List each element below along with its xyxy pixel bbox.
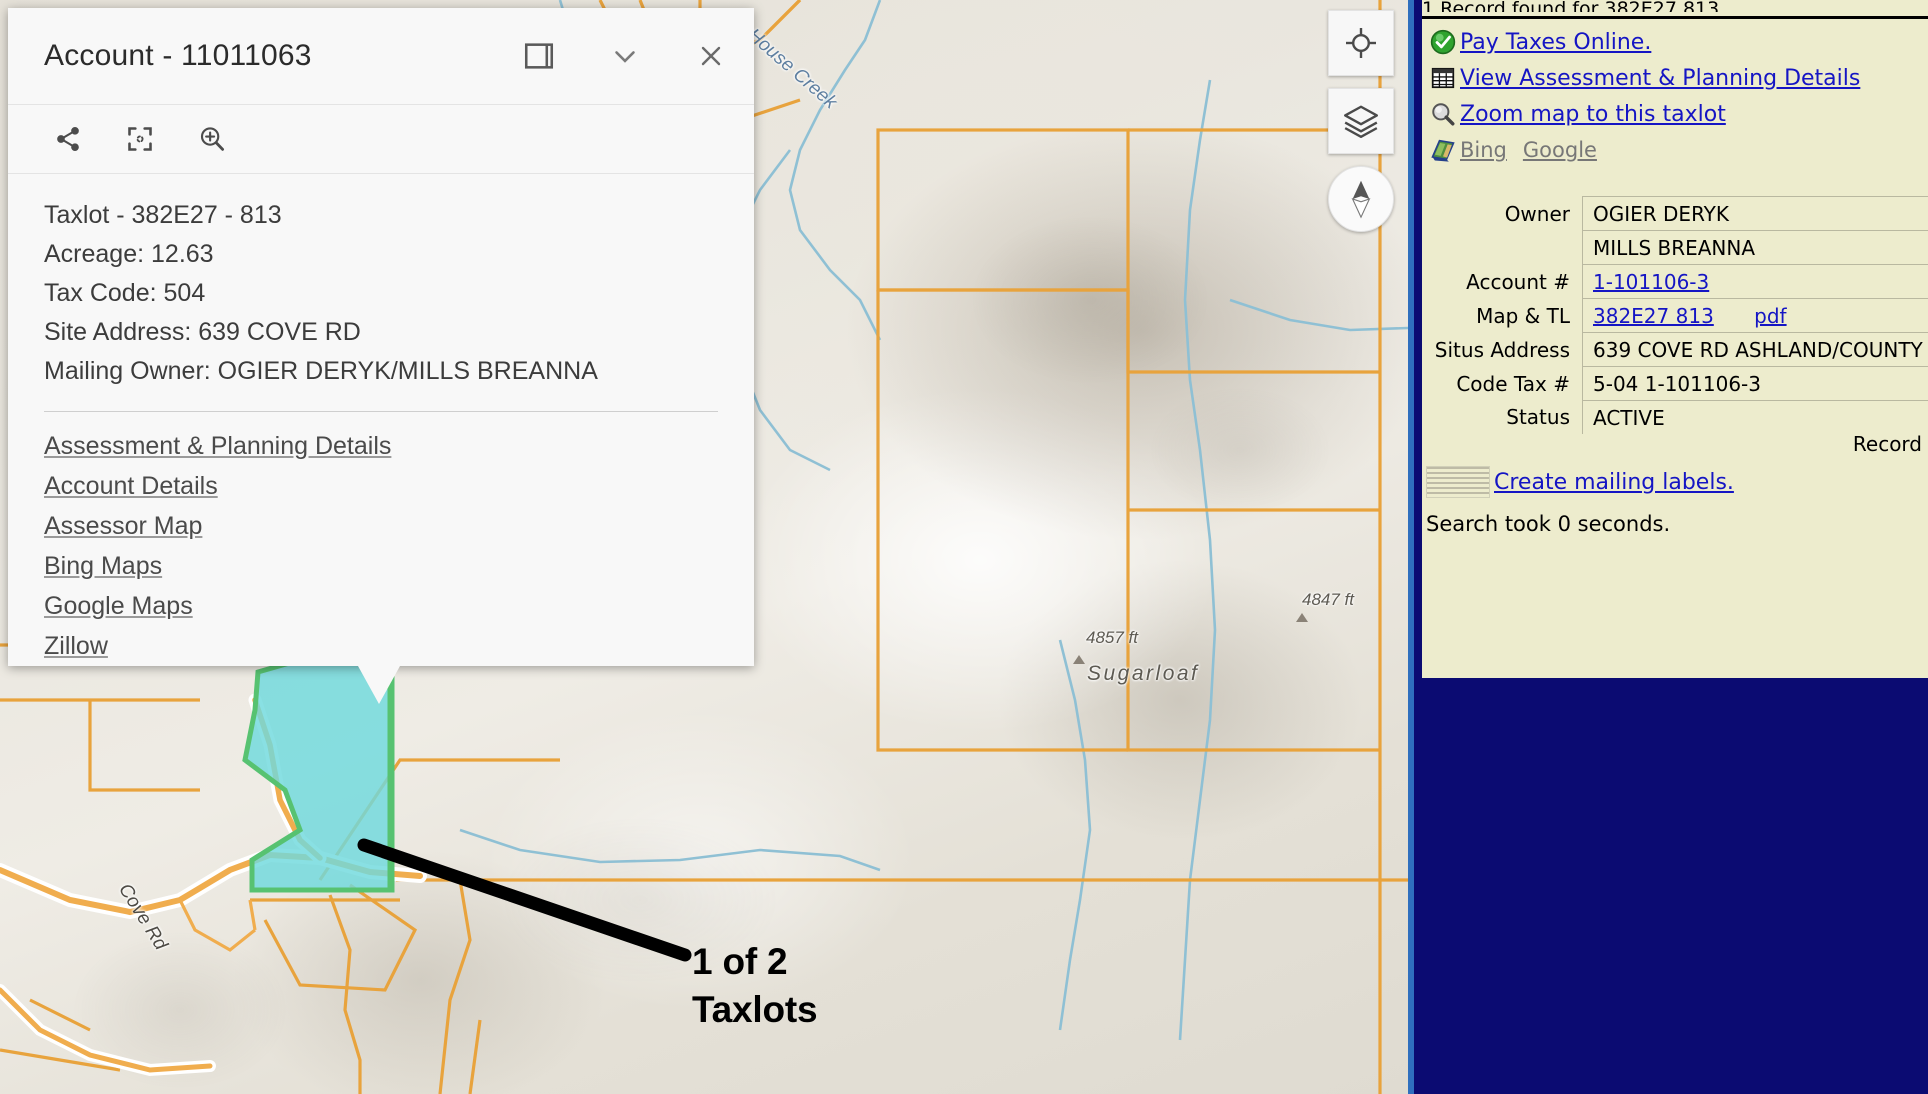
popup-link-assessor-map[interactable]: Assessor Map: [44, 506, 202, 546]
table-row: Map & TL 382E27 813 pdf: [1422, 299, 1928, 333]
field-value-owner: OGIER DERYK: [1583, 197, 1928, 231]
popup-links: Assessment & Planning Details Account De…: [44, 426, 718, 666]
parcel-details-table: Owner OGIER DERYK MILLS BREANNA Account …: [1422, 196, 1928, 434]
map-book-icon: [1426, 135, 1460, 165]
results-pane: 1 Record found for 382E27 813 Pay Taxes …: [1408, 0, 1928, 1094]
pay-taxes-row[interactable]: Pay Taxes Online.: [1422, 24, 1928, 60]
share-icon[interactable]: [32, 108, 104, 170]
popup-link-account-details[interactable]: Account Details: [44, 466, 218, 506]
field-label-owner2: [1422, 231, 1583, 265]
popup-attr: Mailing Owner: OGIER DERYK/MILLS BREANNA: [44, 352, 718, 391]
field-label-situs-address: Situs Address: [1422, 333, 1583, 367]
field-value-owner2: MILLS BREANNA: [1583, 231, 1928, 265]
popup-attr: Acreage: 12.63: [44, 235, 718, 274]
table-row: Situs Address 639 COVE RD ASHLAND/COUNTY: [1422, 333, 1928, 367]
peak-marker-right: [1296, 613, 1308, 622]
popup-link-google-maps[interactable]: Google Maps: [44, 586, 193, 626]
record-note: Record: [1853, 432, 1922, 456]
table-row: MILLS BREANNA: [1422, 231, 1928, 265]
popup-divider: [44, 411, 718, 412]
search-results-card: 1 Record found for 382E27 813 Pay Taxes …: [1422, 0, 1928, 678]
field-label-account-number: Account #: [1422, 265, 1583, 299]
record-found-text: 1 Record found for 382E27 813: [1422, 0, 1928, 12]
search-duration-note: Search took 0 seconds.: [1426, 512, 1670, 536]
table-row: Account # 1-101106-3: [1422, 265, 1928, 299]
table-row: Code Tax # 5-04 1-101106-3: [1422, 367, 1928, 401]
card-horizontal-rule: [1422, 16, 1928, 19]
field-value-status: ACTIVE: [1583, 401, 1928, 435]
map-tl-pdf-link[interactable]: pdf: [1754, 304, 1786, 328]
magnifier-icon: [1426, 99, 1460, 129]
annotation-line-2: Taxlots: [692, 986, 817, 1034]
green-check-icon: [1426, 27, 1460, 57]
external-maps-row: Bing Google: [1422, 132, 1928, 168]
view-assessment-planning-details-link[interactable]: View Assessment & Planning Details: [1460, 66, 1860, 91]
popup-header: Account - 11011063: [8, 8, 754, 105]
popup-link-zillow[interactable]: Zillow: [44, 626, 108, 666]
field-label-code-tax: Code Tax #: [1422, 367, 1583, 401]
zoom-map-to-taxlot-link[interactable]: Zoom map to this taxlot: [1460, 102, 1726, 127]
locate-icon[interactable]: [1328, 10, 1394, 76]
peak-marker-left: [1073, 655, 1085, 664]
popup-body: Taxlot - 382E27 - 813 Acreage: 12.63 Tax…: [8, 174, 754, 666]
field-label-owner: Owner: [1422, 197, 1583, 231]
view-assessment-row[interactable]: View Assessment & Planning Details: [1422, 60, 1928, 96]
field-value-code-tax: 5-04 1-101106-3: [1583, 367, 1928, 401]
map-tl-link[interactable]: 382E27 813: [1593, 304, 1714, 328]
pay-taxes-online-link[interactable]: Pay Taxes Online.: [1460, 30, 1651, 55]
select-feature-icon[interactable]: [104, 108, 176, 170]
popup-link-assessment-planning-details[interactable]: Assessment & Planning Details: [44, 426, 391, 466]
popup-toolbar: [8, 105, 754, 174]
popup-attr: Site Address: 639 COVE RD: [44, 313, 718, 352]
map-controls: [1328, 10, 1394, 232]
popup-attr: Tax Code: 504: [44, 274, 718, 313]
table-row: Status ACTIVE: [1422, 401, 1928, 435]
layers-icon[interactable]: [1328, 88, 1394, 154]
chevron-down-icon[interactable]: [582, 13, 668, 99]
google-link[interactable]: Google: [1523, 138, 1597, 162]
annotation-label: 1 of 2 Taxlots: [692, 938, 817, 1034]
popup-link-bing-maps[interactable]: Bing Maps: [44, 546, 162, 586]
create-mailing-labels-row[interactable]: Create mailing labels.: [1426, 466, 1734, 498]
compass-icon[interactable]: [1328, 166, 1394, 232]
annotation-line-1: 1 of 2: [692, 938, 817, 986]
selected-taxlot: [245, 660, 392, 890]
field-label-map-tl: Map & TL: [1422, 299, 1583, 333]
field-label-status: Status: [1422, 401, 1583, 435]
zoom-to-taxlot-row[interactable]: Zoom map to this taxlot: [1422, 96, 1928, 132]
popup-header-actions: [496, 13, 754, 99]
mailing-label-thumbnail-icon: [1426, 466, 1490, 498]
feature-popup[interactable]: Account - 11011063: [8, 8, 754, 666]
zoom-to-icon[interactable]: [176, 108, 248, 170]
popup-title: Account - 11011063: [44, 39, 312, 73]
table-icon: [1426, 63, 1460, 93]
dock-panel-icon[interactable]: [496, 13, 582, 99]
popup-attr: Taxlot - 382E27 - 813: [44, 196, 718, 235]
close-icon[interactable]: [668, 13, 754, 99]
create-mailing-labels-link[interactable]: Create mailing labels.: [1494, 470, 1734, 495]
bing-link[interactable]: Bing: [1460, 138, 1507, 162]
account-number-link[interactable]: 1-101106-3: [1593, 270, 1709, 294]
field-value-situs-address: 639 COVE RD ASHLAND/COUNTY: [1583, 333, 1928, 367]
table-row: Owner OGIER DERYK: [1422, 197, 1928, 231]
pane-left-border-inner: [1414, 0, 1422, 1094]
